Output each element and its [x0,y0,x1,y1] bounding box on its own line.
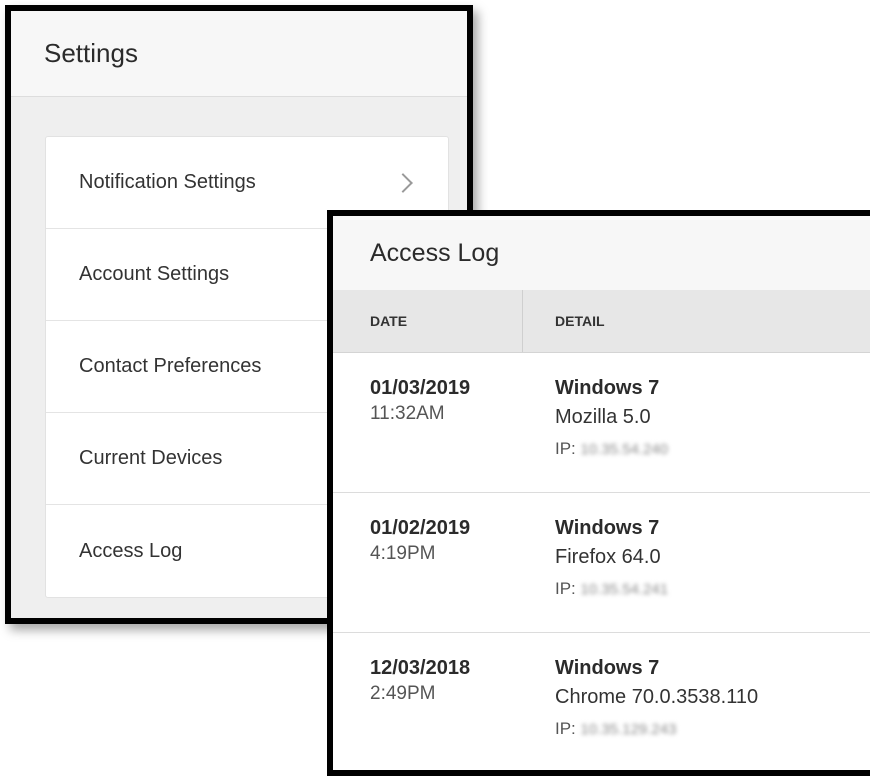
log-time: 11:32AM [370,403,445,424]
settings-header: Settings [11,11,467,97]
menu-item-label: Contact Preferences [79,355,262,377]
access-log-header: Access Log [333,216,870,290]
menu-item-label: Access Log [79,539,183,562]
ip-address: 10.35.54.241 [580,581,669,598]
column-header-date[interactable]: DATE [333,290,523,352]
log-time: 4:19PM [370,543,436,564]
table-header: DATE DETAIL [333,290,870,353]
access-log-panel: Access Log DATE DETAIL 01/03/2019 11:32A… [327,210,870,776]
log-ip: IP: 10.35.54.240 [555,435,668,464]
log-browser: Firefox 64.0 [555,546,661,568]
date-cell: 12/03/2018 2:49PM [333,633,523,770]
log-time: 2:49PM [370,683,436,704]
menu-item-label: Current Devices [79,447,223,469]
date-cell: 01/02/2019 4:19PM [333,493,523,632]
table-row: 12/03/2018 2:49PM Windows 7 Chrome 70.0.… [333,633,870,770]
settings-title: Settings [44,38,138,68]
column-header-detail[interactable]: DETAIL [523,290,605,352]
ip-label: IP: [555,719,576,738]
log-os: Windows 7 [555,517,660,539]
date-cell: 01/03/2019 11:32AM [333,353,523,492]
ip-label: IP: [555,579,576,598]
log-browser: Chrome 70.0.3538.110 [555,686,759,708]
menu-item-label: Notification Settings [79,171,256,193]
detail-cell: Windows 7 Chrome 70.0.3538.110 IP: 10.35… [523,633,759,770]
log-date: 01/03/2019 [370,377,471,399]
detail-cell: Windows 7 Mozilla 5.0 IP: 10.35.54.240 [523,353,668,492]
ip-address: 10.35.129.243 [580,721,677,738]
ip-address: 10.35.54.240 [580,441,669,458]
table-row: 01/03/2019 11:32AM Windows 7 Mozilla 5.0… [333,353,870,493]
detail-cell: Windows 7 Firefox 64.0 IP: 10.35.54.241 [523,493,668,632]
log-os: Windows 7 [555,657,660,679]
access-log-title: Access Log [370,238,500,267]
log-browser: Mozilla 5.0 [555,406,651,428]
log-ip: IP: 10.35.129.243 [555,715,758,744]
log-date: 12/03/2018 [370,657,471,679]
log-os: Windows 7 [555,377,660,399]
menu-item-label: Account Settings [79,263,230,285]
table-row: 01/02/2019 4:19PM Windows 7 Firefox 64.0… [333,493,870,633]
log-ip: IP: 10.35.54.241 [555,575,668,604]
log-date: 01/02/2019 [370,517,471,539]
ip-label: IP: [555,439,576,458]
chevron-right-icon [393,172,413,193]
